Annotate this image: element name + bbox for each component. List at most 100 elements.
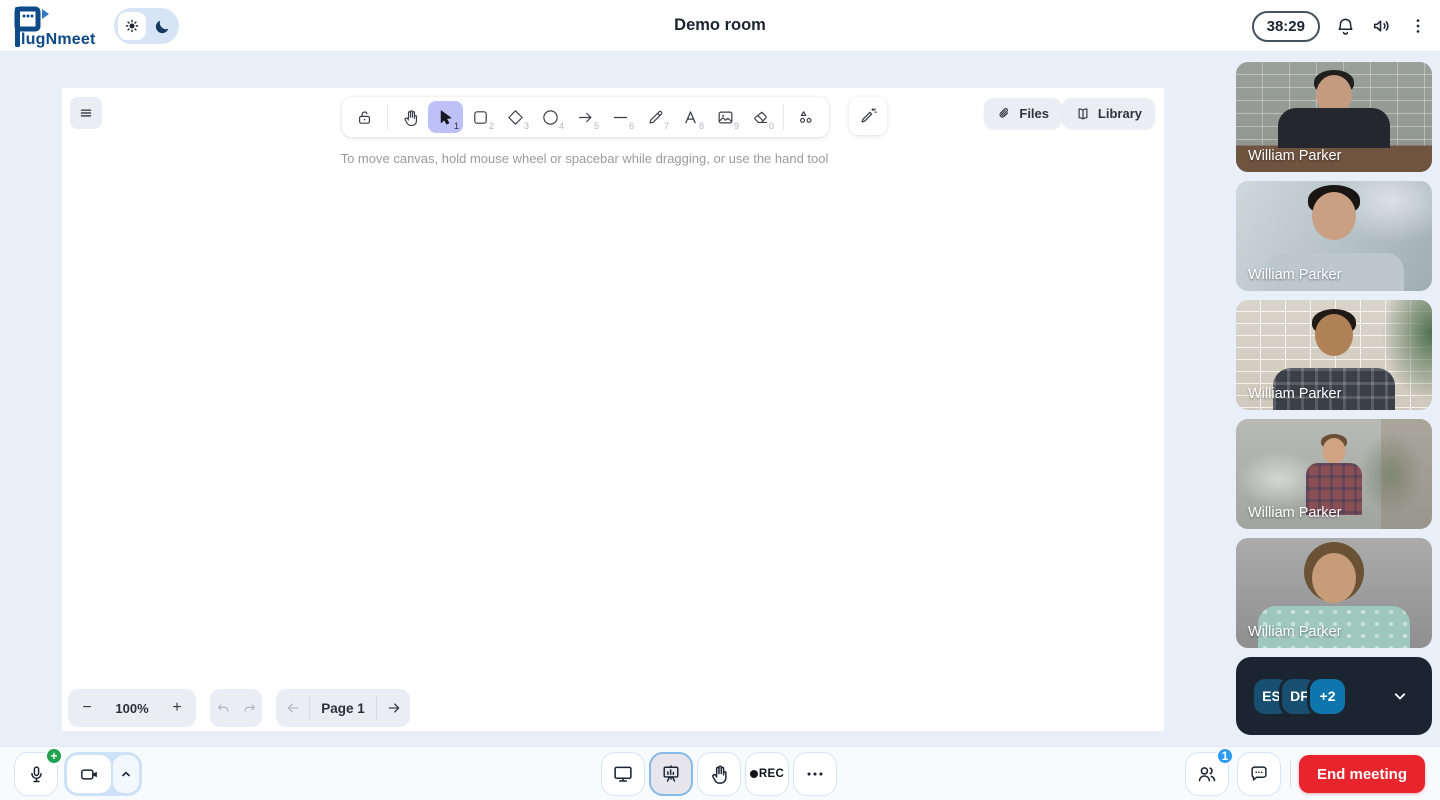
participant-name: William Parker (1248, 386, 1341, 402)
audio-output-button[interactable] (1371, 15, 1393, 37)
speaker-icon (1371, 15, 1393, 37)
tool-ellipse[interactable]: 4 (533, 101, 568, 133)
tool-more-shapes[interactable] (789, 101, 824, 133)
participants-sidebar: William Parker William Parker William Pa… (1236, 62, 1432, 735)
arrow-icon (576, 108, 595, 127)
kebab-menu-icon (1408, 16, 1428, 36)
camera-options-button[interactable] (113, 755, 139, 793)
whiteboard-menu-button[interactable] (70, 97, 102, 129)
raise-hand-button[interactable] (697, 752, 741, 796)
page-navigation: Page 1 (276, 689, 410, 727)
microphone-icon (26, 764, 47, 785)
footer-divider (1290, 761, 1291, 787)
zoom-out-button[interactable]: − (68, 689, 106, 727)
record-button[interactable]: REC (745, 752, 789, 796)
tool-shortcut: 4 (559, 121, 564, 131)
tool-shortcut: 9 (734, 121, 739, 131)
avatar-head (1312, 553, 1356, 603)
camera-button[interactable] (67, 755, 111, 793)
more-options-button[interactable] (1408, 16, 1428, 36)
hamburger-icon (77, 104, 95, 122)
participant-video-tile[interactable]: William Parker (1236, 300, 1432, 410)
camera-icon (79, 764, 100, 785)
previous-page-button[interactable] (276, 700, 309, 716)
laser-pointer-icon (858, 106, 878, 126)
tool-laser-pointer[interactable] (849, 97, 887, 135)
whiteboard-button[interactable] (649, 752, 693, 796)
microphone-add-badge: + (45, 747, 63, 765)
tool-line[interactable]: 6 (603, 101, 638, 133)
tool-shortcut: 0 (769, 121, 774, 131)
tool-diamond[interactable]: 3 (498, 101, 533, 133)
zoom-level: 100% (106, 701, 158, 716)
chevron-down-icon (1390, 686, 1410, 706)
pencil-icon (646, 108, 665, 127)
participants-count-badge: 1 (1216, 747, 1234, 765)
avatar-head (1323, 438, 1346, 464)
tool-selection[interactable]: 1 (428, 101, 463, 133)
image-icon (716, 108, 735, 127)
tool-shortcut: 2 (489, 121, 494, 131)
participants-button[interactable]: 1 (1185, 752, 1229, 796)
toolbar-divider (783, 104, 784, 130)
files-button[interactable]: Files (984, 98, 1062, 129)
chat-button[interactable] (1237, 752, 1281, 796)
expand-participants-button[interactable] (1390, 686, 1410, 706)
zoom-controls: − 100% + (68, 689, 196, 727)
hand-icon (401, 108, 420, 127)
shapes-icon (797, 108, 816, 127)
record-label: REC (759, 768, 784, 780)
arrow-right-icon (386, 700, 402, 716)
tool-lock[interactable] (347, 101, 382, 133)
chevron-up-icon (118, 766, 134, 782)
camera-button-group (64, 752, 142, 796)
participant-count-badge: +2 (1310, 679, 1345, 714)
redo-button[interactable] (241, 700, 258, 717)
selection-cursor-icon (436, 108, 455, 127)
avatar-head (1315, 314, 1353, 356)
microphone-button[interactable]: + (14, 752, 58, 796)
tool-shortcut: 1 (454, 121, 459, 131)
screen-share-button[interactable] (601, 752, 645, 796)
diamond-icon (506, 108, 525, 127)
ellipsis-icon (804, 763, 826, 785)
chat-icon (1248, 763, 1270, 785)
record-dot-icon (750, 770, 758, 778)
tool-hand[interactable] (393, 101, 428, 133)
library-label: Library (1098, 106, 1142, 121)
notifications-button[interactable] (1335, 16, 1356, 37)
zoom-in-button[interactable]: + (158, 689, 196, 727)
whiteboard-toolbar: 1 2 3 4 5 (342, 97, 829, 137)
participant-video-tile[interactable]: William Parker (1236, 181, 1432, 291)
undo-button[interactable] (215, 700, 232, 717)
more-controls-button[interactable] (793, 752, 837, 796)
history-controls (210, 689, 262, 727)
screen-share-icon (612, 763, 634, 785)
line-icon (611, 108, 630, 127)
tool-rectangle[interactable]: 2 (463, 101, 498, 133)
tool-image[interactable]: 9 (708, 101, 743, 133)
canvas-hint: To move canvas, hold mouse wheel or spac… (62, 151, 1107, 166)
text-icon (681, 108, 700, 127)
next-page-button[interactable] (377, 700, 410, 716)
redo-icon (241, 700, 258, 717)
end-meeting-button[interactable]: End meeting (1299, 755, 1425, 793)
tool-text[interactable]: 8 (673, 101, 708, 133)
whiteboard-canvas[interactable]: 1 2 3 4 5 (62, 88, 1164, 731)
toolbar-divider (387, 104, 388, 130)
participant-video-tile[interactable]: William Parker (1236, 419, 1432, 529)
whiteboard-icon (660, 763, 682, 785)
rectangle-icon (471, 108, 490, 127)
library-button[interactable]: Library (1062, 98, 1155, 129)
tool-eraser[interactable]: 0 (743, 101, 778, 133)
paperclip-icon (997, 106, 1012, 121)
participant-video-tile[interactable]: William Parker (1236, 62, 1432, 172)
tool-arrow[interactable]: 5 (568, 101, 603, 133)
session-timer: 38:29 (1252, 11, 1320, 42)
participant-video-tile[interactable]: William Parker (1236, 538, 1432, 648)
hidden-participants-box[interactable]: ES DF +2 (1236, 657, 1432, 735)
tool-shortcut: 8 (699, 121, 704, 131)
tool-draw[interactable]: 7 (638, 101, 673, 133)
bottom-bar: + (0, 746, 1440, 800)
tool-shortcut: 5 (594, 121, 599, 131)
